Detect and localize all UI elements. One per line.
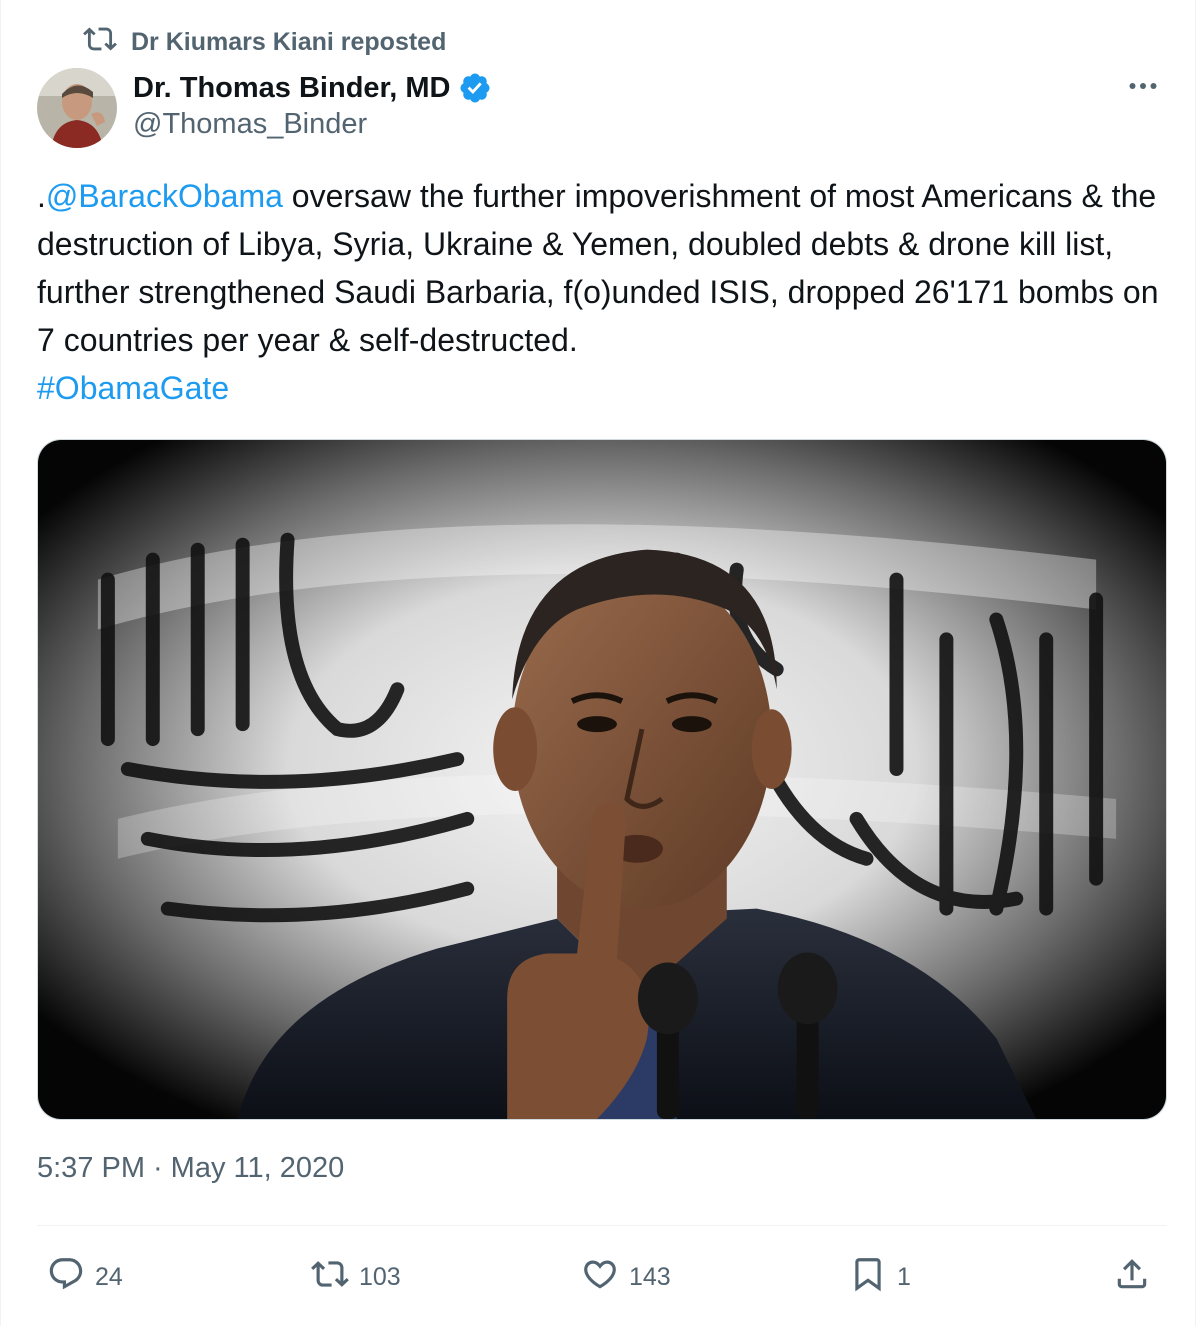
repost-button[interactable]: 103 (311, 1252, 401, 1302)
repost-count: 103 (359, 1262, 401, 1291)
author-name-row[interactable]: Dr. Thomas Binder, MD (133, 68, 492, 108)
bookmark-button[interactable]: 1 (849, 1252, 911, 1302)
mention-prefix: . (37, 178, 46, 214)
tweet-card: Dr Kiumars Kiani reposted Dr. Thomas Bin… (0, 0, 1196, 1326)
like-button[interactable]: 143 (581, 1252, 671, 1302)
share-button[interactable] (1113, 1252, 1151, 1302)
mention-link[interactable]: @BarackObama (46, 178, 283, 214)
repost-icon (311, 1255, 349, 1300)
share-icon (1113, 1255, 1151, 1300)
author-name[interactable]: Dr. Thomas Binder, MD (133, 72, 450, 105)
heart-icon (581, 1255, 619, 1300)
author-avatar[interactable] (37, 68, 117, 148)
bookmark-count: 1 (897, 1262, 911, 1291)
timestamp-separator: · (153, 1152, 163, 1184)
repost-label: Dr Kiumars Kiani reposted (131, 27, 447, 56)
repost-icon (83, 22, 117, 63)
action-bar: 24 103 143 1 (37, 1252, 1167, 1302)
bookmark-icon (849, 1255, 887, 1300)
hashtag-link[interactable]: #ObamaGate (37, 370, 229, 406)
tweet-text: .@BarackObama oversaw the further impove… (37, 172, 1162, 412)
more-options-button[interactable] (1121, 68, 1165, 108)
author-handle[interactable]: @Thomas_Binder (133, 108, 367, 141)
tweet-timestamp[interactable]: 5:37 PM · May 11, 2020 (37, 1152, 344, 1185)
divider (37, 1225, 1167, 1226)
more-dots-icon (1125, 68, 1161, 109)
tweet-time[interactable]: 5:37 PM (37, 1152, 145, 1185)
like-count: 143 (629, 1262, 671, 1291)
tweet-media-image[interactable] (37, 439, 1167, 1120)
reply-button[interactable]: 24 (47, 1252, 123, 1302)
tweet-date[interactable]: May 11, 2020 (171, 1152, 345, 1185)
reply-icon (47, 1255, 85, 1300)
verified-badge-icon[interactable] (458, 71, 492, 105)
reply-count: 24 (95, 1262, 123, 1291)
repost-indicator[interactable]: Dr Kiumars Kiani reposted (83, 26, 446, 58)
